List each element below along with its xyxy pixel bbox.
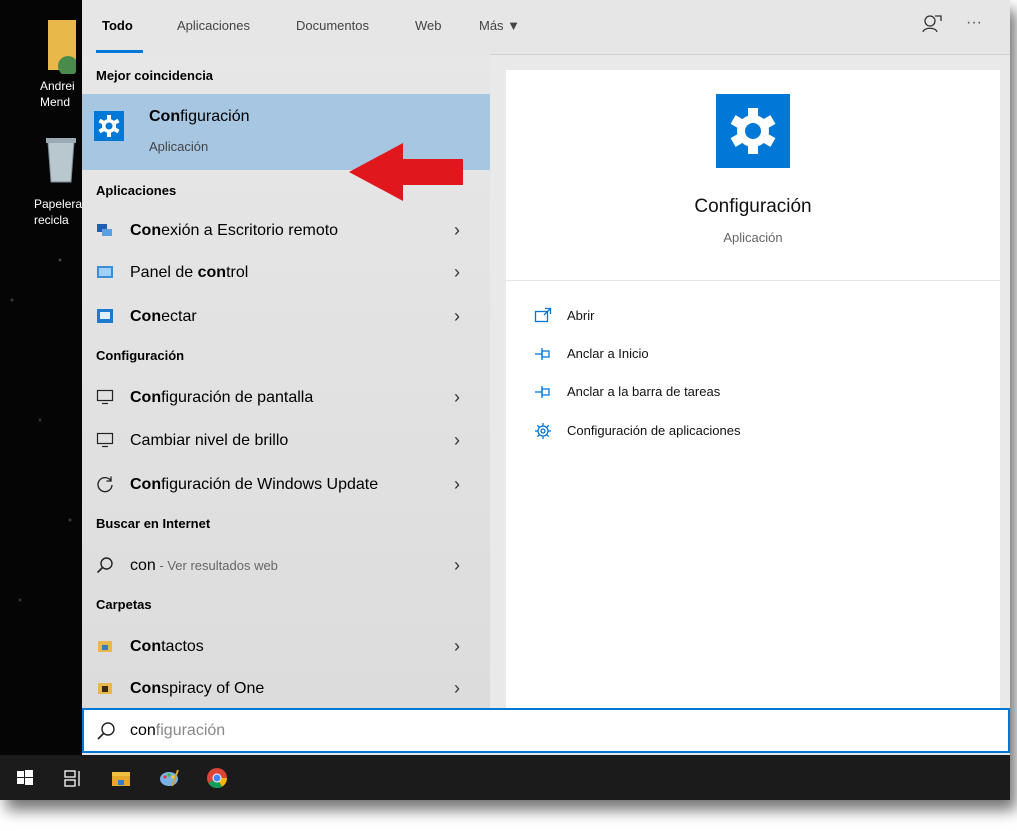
chrome-icon[interactable] bbox=[206, 767, 228, 789]
search-panel: Todo Aplicaciones Documentos Web Más ▼ ·… bbox=[82, 0, 1010, 755]
gear-icon bbox=[535, 423, 551, 439]
chevron-right-icon[interactable]: › bbox=[454, 220, 460, 241]
connect-icon bbox=[97, 309, 113, 323]
preview-subtitle: Aplicación bbox=[723, 230, 783, 245]
taskbar bbox=[0, 755, 1010, 800]
windows-start-icon[interactable] bbox=[14, 767, 36, 789]
app-result-remote-desktop[interactable]: Conexión a Escritorio remoto › bbox=[82, 210, 490, 250]
refresh-icon bbox=[97, 476, 113, 493]
best-match-item[interactable]: Configuración Aplicación bbox=[82, 94, 490, 201]
result-label: Configuración de Windows Update bbox=[130, 476, 379, 493]
desktop-icon-user[interactable] bbox=[30, 10, 82, 78]
best-match-name: Configuración bbox=[149, 108, 250, 125]
action-pin-start[interactable]: Anclar a Inicio bbox=[534, 343, 974, 365]
paint-icon[interactable] bbox=[158, 767, 180, 789]
tab-aplicaciones[interactable]: Aplicaciones bbox=[177, 18, 250, 33]
file-explorer-icon[interactable] bbox=[110, 767, 132, 789]
app-result-control-panel[interactable]: Panel de control › bbox=[82, 252, 490, 292]
tab-todo[interactable]: Todo bbox=[96, 18, 143, 53]
result-label: Conexión a Escritorio remoto bbox=[130, 222, 339, 239]
desktop-icon-label: Papelera recicla bbox=[34, 197, 83, 227]
folder-icon bbox=[98, 641, 112, 652]
preview-header: Configuración Aplicación bbox=[506, 70, 1000, 281]
tab-web[interactable]: Web bbox=[415, 18, 442, 33]
user-folder-icon bbox=[48, 20, 78, 76]
chevron-right-icon[interactable]: › bbox=[454, 678, 460, 699]
result-label: Panel de control bbox=[130, 264, 249, 281]
section-web: Buscar en Internet bbox=[96, 516, 211, 531]
chevron-right-icon[interactable]: › bbox=[454, 636, 460, 657]
setting-result-windows-update[interactable]: Configuración de Windows Update › bbox=[82, 464, 490, 504]
result-label: Contactos bbox=[130, 638, 204, 655]
result-label: Conectar bbox=[130, 308, 197, 325]
result-label: Conspiracy of One bbox=[130, 680, 265, 697]
result-label: Configuración de pantalla bbox=[130, 389, 314, 406]
app-result-connect[interactable]: Conectar › bbox=[82, 296, 490, 336]
desktop: Andrei Mend Papelera recicla bbox=[0, 0, 82, 755]
control-panel-icon bbox=[97, 266, 113, 278]
more-options-icon[interactable]: ··· bbox=[966, 14, 982, 32]
monitor-icon bbox=[96, 432, 114, 448]
section-folders: Carpetas bbox=[96, 597, 152, 612]
folder-result-contacts[interactable]: Contactos › bbox=[82, 626, 490, 666]
tab-documentos[interactable]: Documentos bbox=[296, 18, 369, 33]
chevron-right-icon[interactable]: › bbox=[454, 387, 460, 408]
feedback-icon[interactable] bbox=[920, 13, 942, 35]
results-list: Mejor coincidencia Configuración Aplicac… bbox=[82, 54, 490, 708]
screen: Andrei Mend Papelera recicla Todo Aplica… bbox=[0, 0, 1010, 800]
settings-gear-icon bbox=[716, 94, 790, 168]
open-icon bbox=[534, 307, 552, 323]
pin-icon bbox=[535, 348, 550, 360]
action-pin-taskbar[interactable]: Anclar a la barra de tareas bbox=[534, 381, 974, 403]
web-result[interactable]: con - Ver resultados web › bbox=[82, 545, 490, 585]
best-match-type: Aplicación bbox=[149, 139, 209, 154]
pin-icon bbox=[535, 386, 550, 398]
section-best-match: Mejor coincidencia bbox=[96, 68, 214, 83]
result-label: Cambiar nivel de brillo bbox=[130, 432, 289, 449]
action-app-settings[interactable]: Configuración de aplicaciones bbox=[534, 420, 974, 442]
filter-tabs: Todo Aplicaciones Documentos Web Más ▼ ·… bbox=[82, 0, 1010, 55]
remote-desktop-icon bbox=[97, 224, 112, 236]
settings-gear-icon bbox=[94, 111, 124, 141]
folder-result-conspiracy[interactable]: Conspiracy of One › bbox=[82, 668, 490, 708]
preview-pane: Configuración Aplicación Abrir Anclar a … bbox=[506, 70, 1000, 708]
action-open[interactable]: Abrir bbox=[534, 305, 974, 327]
setting-result-brightness[interactable]: Cambiar nivel de brillo › bbox=[82, 420, 490, 460]
monitor-icon bbox=[96, 389, 114, 405]
result-label: con - Ver resultados web bbox=[130, 557, 278, 574]
chevron-right-icon[interactable]: › bbox=[454, 306, 460, 327]
chevron-right-icon[interactable]: › bbox=[454, 474, 460, 495]
search-query: configuración bbox=[130, 722, 226, 739]
preview-title: Configuración bbox=[694, 196, 812, 217]
section-settings: Configuración bbox=[96, 348, 185, 363]
tab-mas[interactable]: Más ▼ bbox=[479, 18, 520, 33]
red-arrow-annotation bbox=[349, 143, 463, 201]
recycle-bin-icon bbox=[46, 138, 76, 183]
setting-result-display[interactable]: Configuración de pantalla › bbox=[82, 377, 490, 417]
folder-icon bbox=[98, 683, 112, 694]
search-input[interactable]: configuración bbox=[82, 708, 1010, 753]
task-view-icon[interactable] bbox=[62, 767, 84, 789]
chevron-right-icon[interactable]: › bbox=[454, 262, 460, 283]
search-icon bbox=[96, 557, 113, 574]
chevron-right-icon[interactable]: › bbox=[454, 555, 460, 576]
section-apps: Aplicaciones bbox=[96, 183, 177, 198]
chevron-right-icon[interactable]: › bbox=[454, 430, 460, 451]
search-icon bbox=[97, 722, 115, 740]
